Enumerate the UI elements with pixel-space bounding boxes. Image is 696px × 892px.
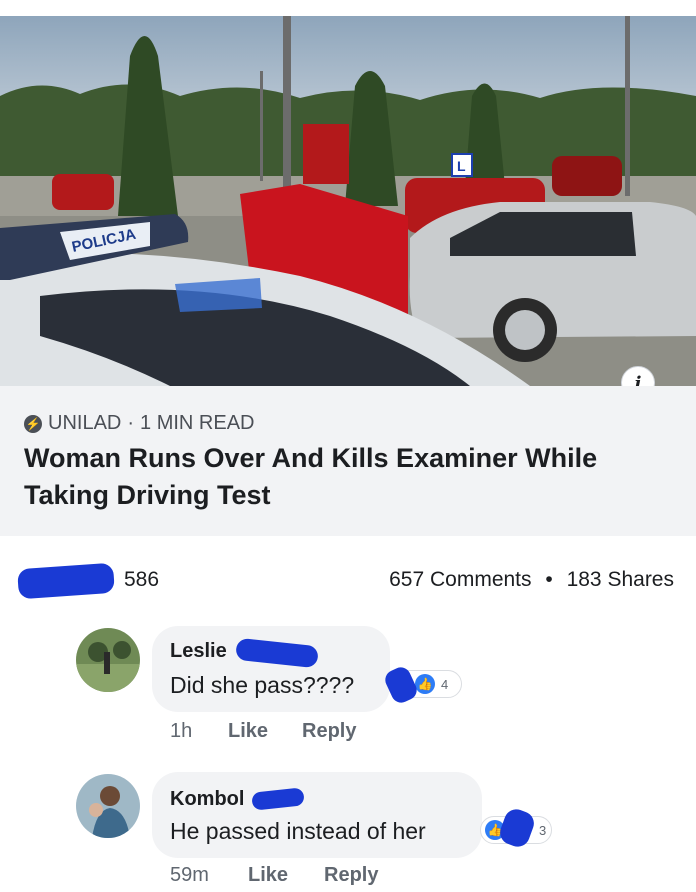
shares-count[interactable]: 183 Shares [567, 568, 674, 591]
comment-time: 1h [170, 720, 193, 742]
link-preview[interactable]: ⚡ UNILAD · 1 MIN READ Woman Runs Over An… [0, 386, 696, 536]
lightning-icon: ⚡ [24, 414, 42, 433]
comment-item: Kombol He passed instead of her 👍 3 59m … [0, 772, 696, 892]
reaction-count-label: 3 [539, 822, 547, 838]
reply-button[interactable]: Reply [324, 864, 378, 887]
comment-text: He passed instead of her [170, 818, 426, 844]
source-name: UNILAD [48, 412, 122, 434]
like-button[interactable]: Like [228, 720, 268, 743]
comment-text: Did she pass???? [170, 672, 355, 698]
photo-illustration: L POLICJA [0, 16, 696, 386]
comment-time: 59m [170, 864, 209, 886]
like-reaction-icon: 👍 [415, 674, 435, 694]
comments-count[interactable]: 657 Comments [389, 568, 531, 591]
comment-author[interactable]: Kombol [170, 788, 244, 811]
reply-button[interactable]: Reply [302, 720, 356, 743]
post-stats: 586 657 Comments • 183 Shares [0, 560, 696, 600]
avatar-photo [76, 774, 140, 838]
source-line: ⚡ UNILAD · 1 MIN READ [24, 412, 255, 435]
comment-author[interactable]: Leslie [170, 640, 227, 663]
comment-bubble[interactable] [152, 772, 482, 858]
reaction-count[interactable]: 586 [124, 568, 159, 592]
article-photo[interactable]: L POLICJA [0, 16, 696, 386]
read-time: 1 MIN READ [140, 412, 255, 434]
avatar-photo [76, 628, 140, 692]
avatar[interactable] [76, 628, 140, 692]
comment-item: Leslie Did she pass???? 👍 4 1h Like Repl… [0, 624, 696, 754]
article-headline[interactable]: Woman Runs Over And Kills Examiner While… [24, 440, 674, 514]
comments-shares: 657 Comments • 183 Shares [389, 568, 674, 592]
like-button[interactable]: Like [248, 864, 288, 887]
redaction-mark [17, 562, 115, 600]
avatar[interactable] [76, 774, 140, 838]
comment-bubble[interactable] [152, 626, 390, 712]
source-separator: · [127, 412, 135, 434]
reaction-count-label: 4 [441, 676, 449, 692]
lot-sign-text: L [457, 158, 466, 174]
stats-dot: • [545, 568, 553, 591]
